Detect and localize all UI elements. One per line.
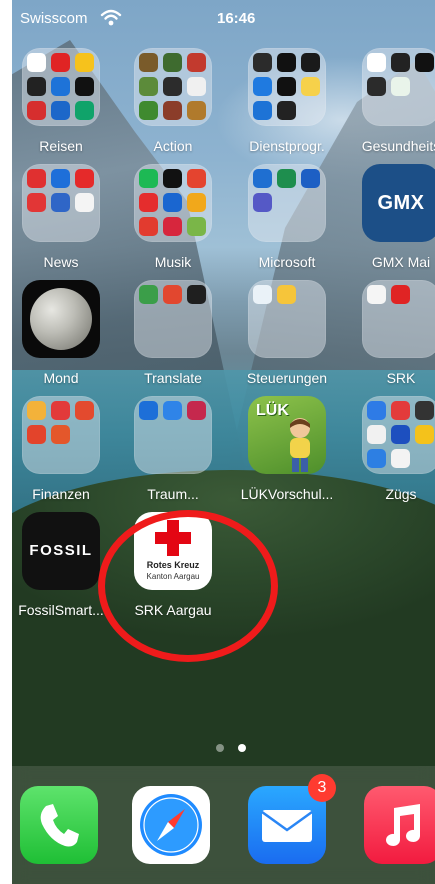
page-dot-1[interactable] bbox=[216, 744, 224, 752]
app-label: GMX Mai bbox=[371, 254, 431, 270]
app-label: Gesundheits bbox=[361, 138, 435, 154]
status-bar: Swisscom 16:46 bbox=[12, 8, 435, 32]
folder-action[interactable]: Action bbox=[124, 48, 222, 158]
folder-icon bbox=[362, 48, 435, 126]
folder-musik[interactable]: Musik bbox=[124, 164, 222, 274]
dock-app-mail[interactable]: 3 bbox=[248, 774, 336, 864]
app-luk-vorschule[interactable]: LÜK LÜKVorschul... bbox=[238, 396, 336, 506]
folder-microsoft[interactable]: Microsoft bbox=[238, 164, 336, 274]
app-gmx-mail[interactable]: GMX GMX Mai bbox=[352, 164, 435, 274]
folder-reisen[interactable]: Reisen bbox=[12, 48, 110, 158]
app-label: Zügs bbox=[385, 486, 417, 502]
folder-translate[interactable]: Translate bbox=[124, 280, 222, 390]
folder-icon bbox=[134, 164, 212, 242]
dock-app-safari[interactable] bbox=[132, 786, 210, 864]
folder-traum[interactable]: Traum... bbox=[124, 396, 222, 506]
app-label: Microsoft bbox=[258, 254, 316, 270]
folder-finanzen[interactable]: Finanzen bbox=[12, 396, 110, 506]
app-label: Mond bbox=[43, 370, 79, 386]
app-fossil-smartwatches[interactable]: FOSSIL FossilSmart... bbox=[12, 512, 110, 622]
compass-icon bbox=[140, 794, 202, 856]
folder-news[interactable]: News bbox=[12, 164, 110, 274]
dock: 3 bbox=[12, 766, 435, 884]
clock-time: 16:46 bbox=[217, 10, 256, 27]
app-label: Musik bbox=[154, 254, 192, 270]
moon-icon bbox=[22, 280, 100, 358]
folder-icon bbox=[134, 280, 212, 358]
folder-icon bbox=[22, 164, 100, 242]
app-label: News bbox=[43, 254, 79, 270]
mail-badge: 3 bbox=[308, 774, 336, 802]
folder-gesundheit[interactable]: Gesundheits bbox=[352, 48, 435, 158]
app-mond[interactable]: Mond bbox=[12, 280, 110, 390]
dock-app-phone[interactable] bbox=[20, 786, 98, 864]
folder-icon bbox=[362, 280, 435, 358]
home-screen: Swisscom 16:46 Reisen Action Dienstprogr… bbox=[12, 0, 435, 884]
folder-icon bbox=[134, 48, 212, 126]
folder-icon bbox=[248, 48, 326, 126]
luk-logo-icon: LÜK bbox=[248, 396, 326, 474]
folder-icon bbox=[134, 396, 212, 474]
app-label: LÜKVorschul... bbox=[240, 486, 334, 502]
folder-steuerungen[interactable]: Steuerungen bbox=[238, 280, 336, 390]
app-label: Translate bbox=[144, 370, 202, 386]
folder-dienstprogramme[interactable]: Dienstprogr. bbox=[238, 48, 336, 158]
wifi-icon bbox=[100, 9, 122, 26]
gmx-logo-icon: GMX bbox=[362, 164, 435, 242]
app-label: SRK bbox=[386, 370, 416, 386]
app-label: Traum... bbox=[147, 486, 199, 502]
folder-icon bbox=[22, 48, 100, 126]
app-label: Steuerungen bbox=[246, 370, 328, 386]
fossil-logo-icon: FOSSIL bbox=[22, 512, 100, 590]
page-dot-2[interactable] bbox=[238, 744, 246, 752]
folder-icon bbox=[362, 396, 435, 474]
app-label: FossilSmart... bbox=[18, 602, 104, 618]
dock-app-music[interactable] bbox=[364, 786, 435, 864]
highlight-circle bbox=[98, 510, 278, 662]
carrier-name: Swisscom bbox=[20, 10, 88, 27]
app-label: Reisen bbox=[39, 138, 83, 154]
folder-icon bbox=[248, 280, 326, 358]
folder-srk[interactable]: SRK bbox=[352, 280, 435, 390]
app-label: Dienstprogr. bbox=[249, 138, 325, 154]
phone-icon bbox=[40, 804, 79, 847]
folder-icon bbox=[22, 396, 100, 474]
music-note-icon bbox=[386, 804, 420, 846]
app-label: Action bbox=[153, 138, 193, 154]
folder-zuegs[interactable]: Zügs bbox=[352, 396, 435, 506]
app-label: Finanzen bbox=[32, 486, 90, 502]
folder-icon bbox=[248, 164, 326, 242]
